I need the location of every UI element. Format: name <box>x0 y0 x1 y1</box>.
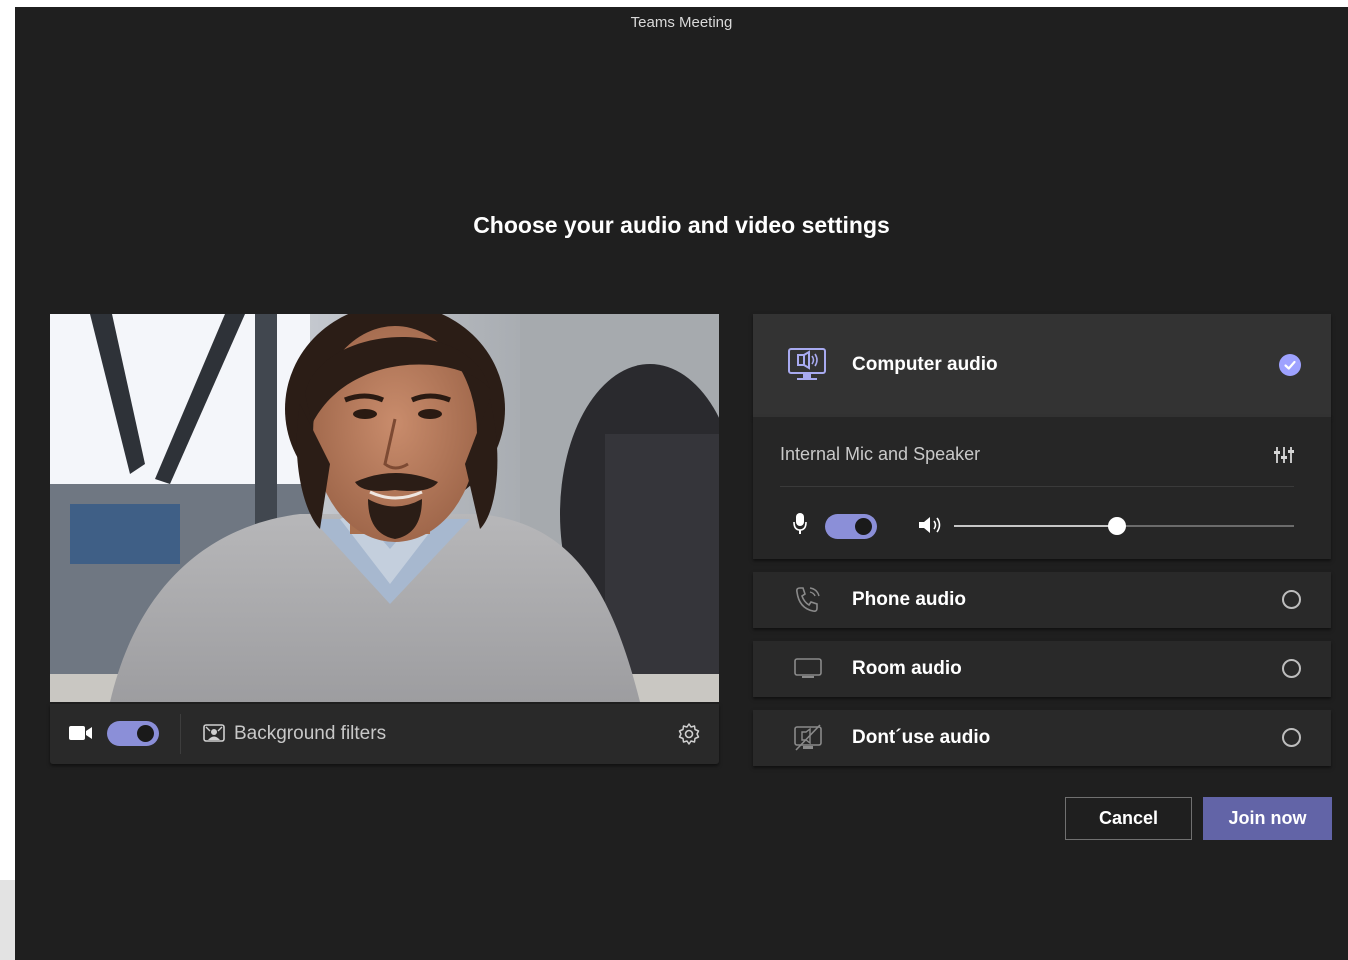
room-audio-radio[interactable] <box>1282 659 1301 678</box>
phone-audio-option[interactable]: Phone audio <box>753 572 1331 628</box>
microphone-toggle[interactable] <box>825 514 877 539</box>
room-display-icon <box>794 658 822 685</box>
cancel-button[interactable]: Cancel <box>1065 797 1192 840</box>
microphone-icon <box>793 513 807 540</box>
window-title: Teams Meeting <box>630 14 733 31</box>
computer-audio-option[interactable]: Computer audio <box>753 314 1331 417</box>
background-effects-icon[interactable] <box>203 723 225 748</box>
page-title: Choose your audio and video settings <box>473 212 890 238</box>
monitor-speaker-icon <box>788 348 826 387</box>
phone-audio-label: Phone audio <box>852 589 966 610</box>
computer-audio-label: Computer audio <box>852 354 998 375</box>
camera-toggle[interactable] <box>107 721 159 746</box>
no-audio-label: Dont´use audio <box>852 727 991 748</box>
gear-icon[interactable] <box>677 722 701 751</box>
volume-slider-thumb[interactable] <box>1108 517 1127 535</box>
meeting-window: Teams Meeting Choose your audio and vide… <box>15 7 1348 960</box>
speaker-volume-slider[interactable] <box>954 517 1294 535</box>
divider <box>780 486 1294 487</box>
selected-check-icon <box>1279 354 1301 376</box>
no-audio-icon <box>793 724 823 757</box>
sliders-icon[interactable] <box>1273 445 1295 470</box>
video-preview <box>50 314 719 702</box>
video-controls-bar: Background filters <box>50 704 719 764</box>
no-audio-option[interactable]: Dont´use audio <box>753 710 1331 766</box>
background-filters-label[interactable]: Background filters <box>234 723 386 745</box>
room-audio-option[interactable]: Room audio <box>753 641 1331 697</box>
phone-audio-radio[interactable] <box>1282 590 1301 609</box>
audio-device-label: Internal Mic and Speaker <box>780 444 981 464</box>
no-audio-radio[interactable] <box>1282 728 1301 747</box>
join-now-button[interactable]: Join now <box>1203 797 1332 840</box>
room-audio-label: Room audio <box>852 658 962 679</box>
audio-device-settings: Internal Mic and Speaker <box>753 417 1331 559</box>
camera-preview-image <box>50 314 719 702</box>
phone-icon <box>793 586 823 619</box>
video-camera-icon <box>69 725 93 746</box>
speaker-icon <box>918 515 944 540</box>
divider <box>180 714 181 754</box>
